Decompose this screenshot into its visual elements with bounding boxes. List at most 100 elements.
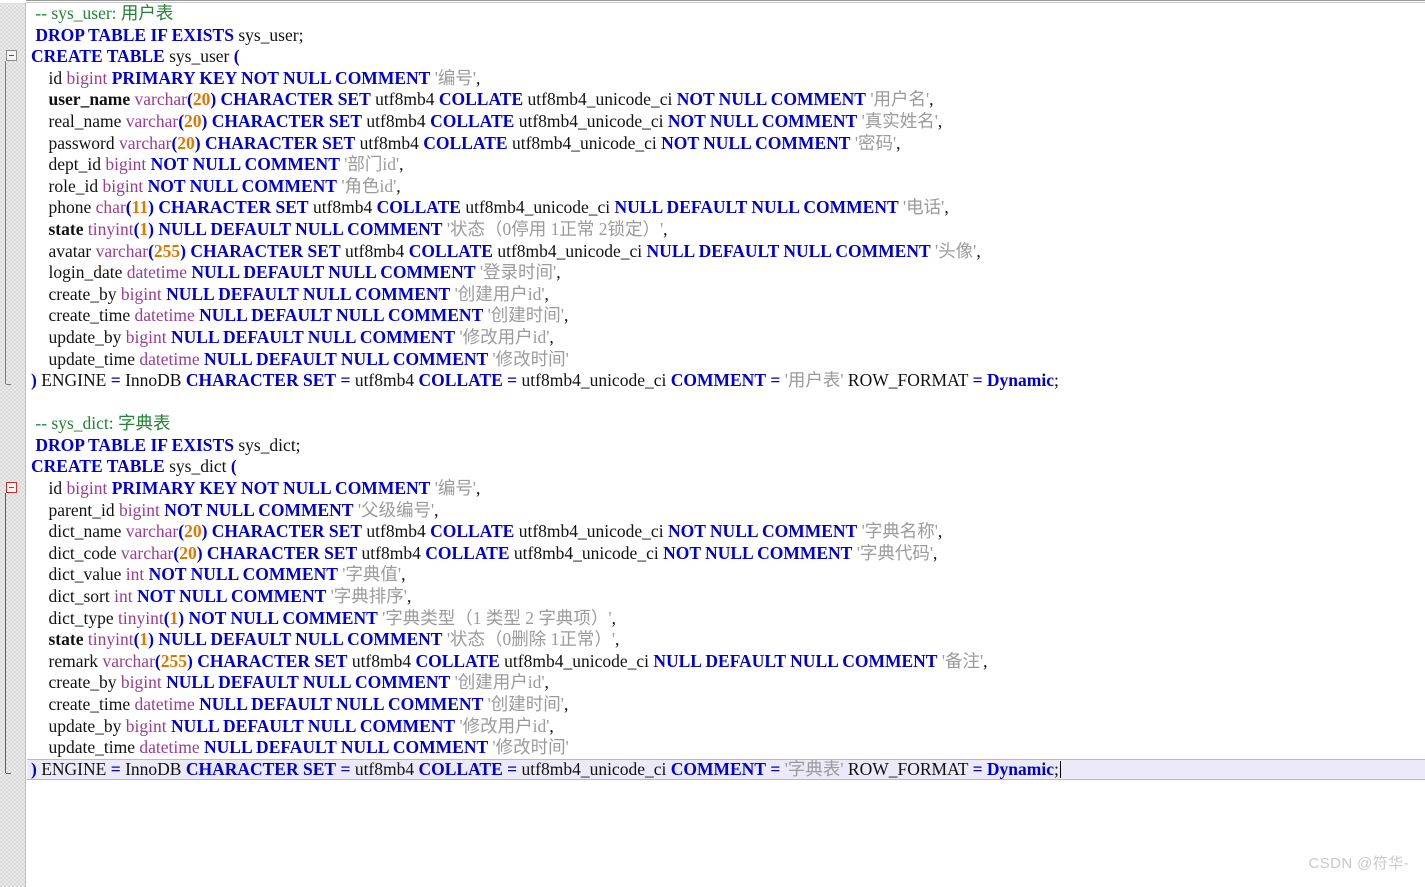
token-type: bigint [120, 672, 162, 693]
code-line[interactable]: CREATE TABLE sys_user ( [27, 46, 1425, 68]
token-op: = [770, 370, 781, 391]
token-op: = [340, 370, 351, 391]
token-type: varchar [118, 132, 172, 153]
code-line[interactable]: real_name varchar(20) CHARACTER SET utf8… [27, 111, 1425, 133]
token-num: 20 [184, 110, 202, 131]
code-line[interactable]: ) ENGINE = InnoDB CHARACTER SET = utf8mb… [27, 758, 1425, 781]
token-plain: utf8mb4_unicode_ci [523, 89, 677, 110]
code-line[interactable]: CREATE TABLE sys_dict ( [27, 456, 1425, 478]
code-line[interactable]: dict_value int NOT NULL COMMENT '字典值', [27, 564, 1425, 586]
code-line[interactable]: create_by bigint NULL DEFAULT NULL COMME… [27, 672, 1425, 694]
code-line[interactable] [27, 392, 1425, 414]
code-line[interactable]: user_name varchar(20) CHARACTER SET utf8… [27, 89, 1425, 111]
token-plain: login_date [48, 262, 127, 283]
code-line[interactable]: id bigint PRIMARY KEY NOT NULL COMMENT '… [27, 478, 1425, 500]
fold-marker-sys-dict[interactable] [6, 482, 17, 494]
token-kw: NOT NULL COMMENT [148, 564, 338, 585]
code-line[interactable]: state tinyint(1) NULL DEFAULT NULL COMME… [27, 629, 1425, 651]
code-line[interactable]: dict_name varchar(20) CHARACTER SET utf8… [27, 521, 1425, 543]
code-line[interactable]: state tinyint(1) NULL DEFAULT NULL COMME… [27, 219, 1425, 241]
token-plain: , [544, 672, 549, 693]
token-kw: NULL DEFAULT NULL COMMENT [204, 348, 489, 369]
token-op: = [972, 758, 983, 779]
code-line[interactable]: -- sys_user: 用户表 [27, 3, 1425, 25]
token-type: tinyint [87, 218, 134, 239]
code-line[interactable]: DROP TABLE IF EXISTS sys_dict; [27, 435, 1425, 457]
code-line[interactable]: update_by bigint NULL DEFAULT NULL COMME… [27, 716, 1425, 738]
token-kw: NULL DEFAULT NULL COMMENT [166, 283, 451, 304]
editor-gutter[interactable] [0, 3, 26, 887]
token-kw: COLLATE [430, 521, 515, 542]
code-line[interactable]: create_time datetime NULL DEFAULT NULL C… [27, 305, 1425, 327]
token-punct: ( [230, 456, 237, 477]
token-str: '密码' [854, 132, 897, 153]
token-type: varchar [95, 240, 149, 261]
token-str: '创建时间' [487, 694, 564, 714]
token-plain: role_id [48, 175, 103, 196]
token-plain: utf8mb4 [357, 542, 426, 563]
token-kw: NULL DEFAULT NULL COMMENT [191, 262, 476, 283]
token-kw: PRIMARY KEY NOT NULL COMMENT [111, 478, 431, 499]
token-kw: NOT NULL COMMENT [667, 521, 858, 542]
token-kw: DROP TABLE IF EXISTS [35, 24, 234, 45]
token-plain: , [401, 564, 406, 585]
token-kw: CREATE TABLE [31, 46, 165, 67]
token-plain: , [476, 67, 481, 88]
token-plain: ROW_FORMAT [843, 758, 973, 779]
code-line[interactable]: phone char(11) CHARACTER SET utf8mb4 COL… [27, 197, 1425, 219]
code-line[interactable]: DROP TABLE IF EXISTS sys_user; [27, 25, 1425, 47]
token-type: int [125, 564, 145, 585]
token-str: '状态（0删除 1正常）' [446, 629, 616, 650]
code-line[interactable]: ) ENGINE = InnoDB CHARACTER SET = utf8mb… [27, 370, 1425, 392]
sql-editor[interactable]: -- sys_user: 用户表 DROP TABLE IF EXISTS sy… [0, 0, 1425, 887]
token-kw: NOT NULL COMMENT [667, 110, 858, 131]
fold-range-end [6, 384, 11, 386]
code-line[interactable]: parent_id bigint NOT NULL COMMENT '父级编号'… [27, 500, 1425, 522]
token-str: '编号' [434, 67, 477, 88]
token-kw: CHARACTER SET [185, 758, 337, 779]
code-line[interactable]: avatar varchar(255) CHARACTER SET utf8mb… [27, 241, 1425, 263]
code-line[interactable]: password varchar(20) CHARACTER SET utf8m… [27, 133, 1425, 155]
code-line[interactable]: id bigint PRIMARY KEY NOT NULL COMMENT '… [27, 68, 1425, 90]
token-plain: , [563, 305, 569, 326]
token-kw: COLLATE [415, 650, 500, 671]
token-kw: NULL DEFAULT NULL COMMENT [653, 650, 938, 671]
token-plain: update_time [48, 737, 140, 758]
token-kw: CHARACTER SET [158, 197, 309, 218]
token-num: 255 [153, 240, 181, 261]
token-kw: COLLATE [418, 370, 503, 391]
token-kw: CHARACTER SET [211, 110, 362, 131]
code-line[interactable]: role_id bigint NOT NULL COMMENT '角色id', [27, 176, 1425, 198]
token-num: 1 [139, 218, 149, 239]
code-line[interactable]: dict_sort int NOT NULL COMMENT '字典排序', [27, 586, 1425, 608]
fold-marker-sys-user[interactable] [6, 50, 17, 62]
token-op: = [110, 758, 121, 779]
token-plain: , [663, 218, 668, 239]
token-plain: , [896, 132, 901, 153]
token-plain: , [399, 154, 404, 175]
token-str: '备注' [941, 650, 984, 671]
code-line[interactable]: update_time datetime NULL DEFAULT NULL C… [27, 737, 1425, 759]
token-str: '字典排序' [330, 586, 407, 607]
token-plain: utf8mb4_unicode_ci [517, 758, 671, 779]
code-line[interactable]: login_date datetime NULL DEFAULT NULL CO… [27, 262, 1425, 284]
token-type: bigint [102, 175, 144, 196]
code-line[interactable]: update_time datetime NULL DEFAULT NULL C… [27, 349, 1425, 371]
token-op: = [507, 370, 518, 391]
code-line[interactable]: create_by bigint NULL DEFAULT NULL COMME… [27, 284, 1425, 306]
code-line[interactable]: update_by bigint NULL DEFAULT NULL COMME… [27, 327, 1425, 349]
token-num: 1 [139, 629, 149, 650]
code-line[interactable]: dict_code varchar(20) CHARACTER SET utf8… [27, 543, 1425, 565]
code-area[interactable]: -- sys_user: 用户表 DROP TABLE IF EXISTS sy… [27, 3, 1425, 887]
code-line[interactable]: -- sys_dict: 字典表 [27, 413, 1425, 435]
token-plain: avatar [48, 240, 96, 261]
code-line[interactable]: dict_type tinyint(1) NOT NULL COMMENT '字… [27, 608, 1425, 630]
code-line[interactable]: create_time datetime NULL DEFAULT NULL C… [27, 694, 1425, 716]
code-line[interactable]: dept_id bigint NOT NULL COMMENT '部门id', [27, 154, 1425, 176]
token-plain: , [983, 650, 988, 671]
code-line[interactable]: remark varchar(255) CHARACTER SET utf8mb… [27, 651, 1425, 673]
